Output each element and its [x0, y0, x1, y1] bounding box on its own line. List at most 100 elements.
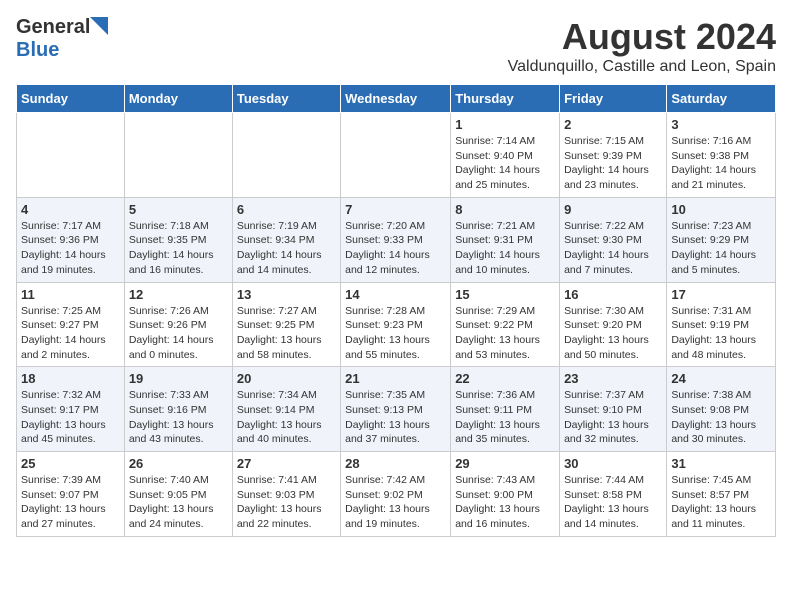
calendar-day-cell: 8Sunrise: 7:21 AM Sunset: 9:31 PM Daylig…: [451, 197, 560, 282]
calendar-header-row: SundayMondayTuesdayWednesdayThursdayFrid…: [17, 85, 776, 113]
calendar-day-cell: 20 Sunrise: 7:34 AM Sunset: 9:14 PM Dayli…: [232, 367, 340, 452]
calendar-day-cell: [341, 113, 451, 198]
day-number: 27: [237, 456, 336, 471]
day-info: Sunrise: 7:28 AM Sunset: 9:23 PM Dayligh…: [345, 304, 446, 363]
day-info: Sunrise: 7:25 AM Sunset: 9:27 PM Dayligh…: [21, 304, 120, 363]
day-info: Sunrise: 7:42 AM Sunset: 9:02 PM Dayligh…: [345, 473, 446, 532]
calendar-day-cell: 19 Sunrise: 7:33 AM Sunset: 9:16 PM Dayli…: [124, 367, 232, 452]
calendar-day-cell: 29Sunrise: 7:43 AM Sunset: 9:00 PM Dayli…: [451, 452, 560, 537]
day-info: Sunrise: 7:27 AM Sunset: 9:25 PM Dayligh…: [237, 304, 336, 363]
page-title: August 2024: [508, 16, 776, 58]
calendar-day-cell: [124, 113, 232, 198]
day-number: 13: [237, 287, 336, 302]
day-info: Sunrise: 7:22 AM Sunset: 9:30 PM Dayligh…: [564, 219, 662, 278]
logo-blue-text: Blue: [16, 39, 59, 61]
calendar-day-cell: 16 Sunrise: 7:30 AM Sunset: 9:20 PM Dayli…: [560, 282, 667, 367]
day-info: Sunrise: 7:36 AM Sunset: 9:11 PM Dayligh…: [455, 388, 555, 447]
calendar-day-cell: 30 Sunrise: 7:44 AM Sunset: 8:58 PM Dayli…: [560, 452, 667, 537]
logo-general-text: General: [16, 16, 90, 39]
day-number: 21: [345, 371, 446, 386]
day-number: 22: [455, 371, 555, 386]
calendar-week-row: 1 Sunrise: 7:14 AM Sunset: 9:40 PM Daylig…: [17, 113, 776, 198]
day-info: Sunrise: 7:14 AM Sunset: 9:40 PM Dayligh…: [455, 134, 555, 193]
calendar-week-row: 25 Sunrise: 7:39 AM Sunset: 9:07 PM Dayli…: [17, 452, 776, 537]
day-of-week-header: Saturday: [667, 85, 776, 113]
calendar-day-cell: 14 Sunrise: 7:28 AM Sunset: 9:23 PM Dayli…: [341, 282, 451, 367]
calendar-day-cell: 17Sunrise: 7:31 AM Sunset: 9:19 PM Dayli…: [667, 282, 776, 367]
calendar-day-cell: 18 Sunrise: 7:32 AM Sunset: 9:17 PM Dayli…: [17, 367, 125, 452]
day-number: 15: [455, 287, 555, 302]
calendar-day-cell: 1 Sunrise: 7:14 AM Sunset: 9:40 PM Daylig…: [451, 113, 560, 198]
day-info: Sunrise: 7:39 AM Sunset: 9:07 PM Dayligh…: [21, 473, 120, 532]
day-number: 4: [21, 202, 120, 217]
day-info: Sunrise: 7:26 AM Sunset: 9:26 PM Dayligh…: [129, 304, 228, 363]
day-number: 20: [237, 371, 336, 386]
day-info: Sunrise: 7:17 AM Sunset: 9:36 PM Dayligh…: [21, 219, 120, 278]
day-info: Sunrise: 7:43 AM Sunset: 9:00 PM Dayligh…: [455, 473, 555, 532]
day-info: Sunrise: 7:16 AM Sunset: 9:38 PM Dayligh…: [671, 134, 771, 193]
title-block: August 2024 Valdunquillo, Castille and L…: [508, 16, 776, 76]
day-number: 26: [129, 456, 228, 471]
day-info: Sunrise: 7:34 AM Sunset: 9:14 PM Dayligh…: [237, 388, 336, 447]
day-of-week-header: Tuesday: [232, 85, 340, 113]
day-number: 12: [129, 287, 228, 302]
calendar-day-cell: 25 Sunrise: 7:39 AM Sunset: 9:07 PM Dayli…: [17, 452, 125, 537]
day-number: 2: [564, 117, 662, 132]
day-info: Sunrise: 7:30 AM Sunset: 9:20 PM Dayligh…: [564, 304, 662, 363]
day-of-week-header: Thursday: [451, 85, 560, 113]
day-number: 30: [564, 456, 662, 471]
day-info: Sunrise: 7:15 AM Sunset: 9:39 PM Dayligh…: [564, 134, 662, 193]
calendar-week-row: 11 Sunrise: 7:25 AM Sunset: 9:27 PM Dayli…: [17, 282, 776, 367]
calendar-day-cell: 2 Sunrise: 7:15 AM Sunset: 9:39 PM Daylig…: [560, 113, 667, 198]
calendar-day-cell: 3 Sunrise: 7:16 AM Sunset: 9:38 PM Daylig…: [667, 113, 776, 198]
day-info: Sunrise: 7:31 AM Sunset: 9:19 PM Dayligh…: [671, 304, 771, 363]
calendar-day-cell: 11 Sunrise: 7:25 AM Sunset: 9:27 PM Dayli…: [17, 282, 125, 367]
calendar-day-cell: 28 Sunrise: 7:42 AM Sunset: 9:02 PM Dayli…: [341, 452, 451, 537]
day-number: 10: [671, 202, 771, 217]
page-header: GeneralBlue August 2024 Valdunquillo, Ca…: [16, 16, 776, 76]
day-info: Sunrise: 7:18 AM Sunset: 9:35 PM Dayligh…: [129, 219, 228, 278]
day-number: 14: [345, 287, 446, 302]
calendar-day-cell: 5Sunrise: 7:18 AM Sunset: 9:35 PM Daylig…: [124, 197, 232, 282]
day-number: 7: [345, 202, 446, 217]
calendar-day-cell: 7 Sunrise: 7:20 AM Sunset: 9:33 PM Daylig…: [341, 197, 451, 282]
day-of-week-header: Wednesday: [341, 85, 451, 113]
day-info: Sunrise: 7:35 AM Sunset: 9:13 PM Dayligh…: [345, 388, 446, 447]
day-of-week-header: Friday: [560, 85, 667, 113]
day-number: 6: [237, 202, 336, 217]
day-number: 28: [345, 456, 446, 471]
day-info: Sunrise: 7:20 AM Sunset: 9:33 PM Dayligh…: [345, 219, 446, 278]
day-number: 31: [671, 456, 771, 471]
calendar-day-cell: 23Sunrise: 7:37 AM Sunset: 9:10 PM Dayli…: [560, 367, 667, 452]
day-number: 18: [21, 371, 120, 386]
calendar-day-cell: [17, 113, 125, 198]
calendar-week-row: 18 Sunrise: 7:32 AM Sunset: 9:17 PM Dayli…: [17, 367, 776, 452]
calendar-day-cell: [232, 113, 340, 198]
day-number: 24: [671, 371, 771, 386]
calendar-day-cell: 22 Sunrise: 7:36 AM Sunset: 9:11 PM Dayli…: [451, 367, 560, 452]
calendar-day-cell: 9 Sunrise: 7:22 AM Sunset: 9:30 PM Daylig…: [560, 197, 667, 282]
day-number: 8: [455, 202, 555, 217]
day-number: 25: [21, 456, 120, 471]
day-number: 1: [455, 117, 555, 132]
calendar-day-cell: 10 Sunrise: 7:23 AM Sunset: 9:29 PM Dayli…: [667, 197, 776, 282]
day-number: 23: [564, 371, 662, 386]
calendar-day-cell: 31Sunrise: 7:45 AM Sunset: 8:57 PM Dayli…: [667, 452, 776, 537]
day-number: 9: [564, 202, 662, 217]
calendar-day-cell: 15Sunrise: 7:29 AM Sunset: 9:22 PM Dayli…: [451, 282, 560, 367]
day-info: Sunrise: 7:32 AM Sunset: 9:17 PM Dayligh…: [21, 388, 120, 447]
logo: GeneralBlue: [16, 16, 108, 62]
day-info: Sunrise: 7:44 AM Sunset: 8:58 PM Dayligh…: [564, 473, 662, 532]
day-number: 19: [129, 371, 228, 386]
day-info: Sunrise: 7:33 AM Sunset: 9:16 PM Dayligh…: [129, 388, 228, 447]
day-of-week-header: Monday: [124, 85, 232, 113]
day-info: Sunrise: 7:19 AM Sunset: 9:34 PM Dayligh…: [237, 219, 336, 278]
calendar-day-cell: 21 Sunrise: 7:35 AM Sunset: 9:13 PM Dayli…: [341, 367, 451, 452]
day-number: 3: [671, 117, 771, 132]
day-number: 11: [21, 287, 120, 302]
calendar-week-row: 4 Sunrise: 7:17 AM Sunset: 9:36 PM Daylig…: [17, 197, 776, 282]
day-info: Sunrise: 7:40 AM Sunset: 9:05 PM Dayligh…: [129, 473, 228, 532]
day-number: 16: [564, 287, 662, 302]
day-info: Sunrise: 7:23 AM Sunset: 9:29 PM Dayligh…: [671, 219, 771, 278]
calendar-day-cell: 27Sunrise: 7:41 AM Sunset: 9:03 PM Dayli…: [232, 452, 340, 537]
